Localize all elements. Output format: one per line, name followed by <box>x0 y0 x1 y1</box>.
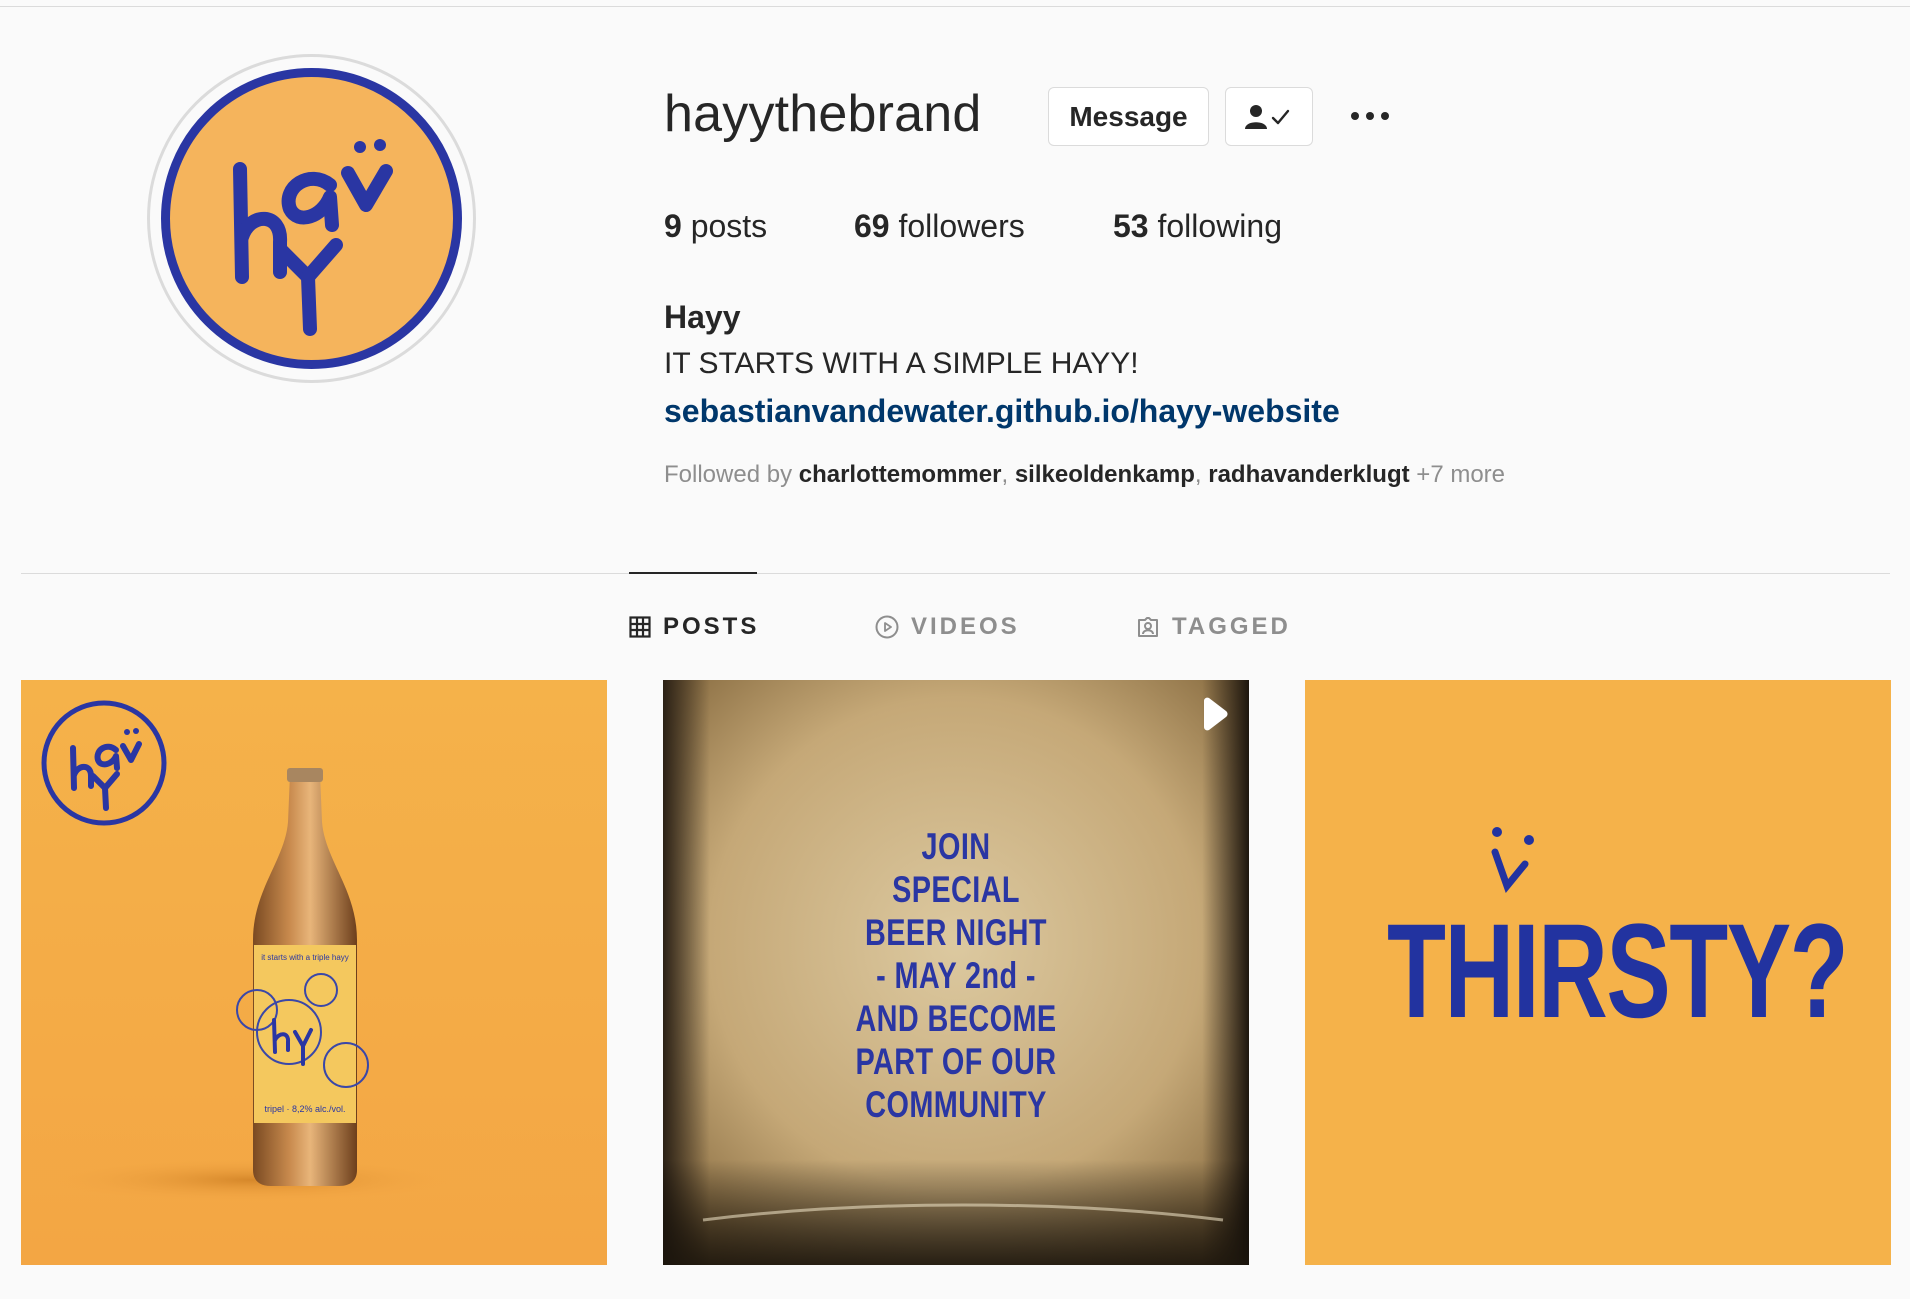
grid-icon <box>629 616 651 638</box>
followers-count-value: 69 <box>854 208 890 244</box>
followed-by-more[interactable]: +7 more <box>1416 461 1505 488</box>
play-circle-icon <box>875 615 899 639</box>
profile-avatar-ring[interactable] <box>147 54 476 383</box>
tab-tagged[interactable]: TAGGED <box>1136 612 1291 642</box>
posts-count-value: 9 <box>664 208 682 244</box>
followed-by-user[interactable]: silkeoldenkamp <box>1015 461 1195 488</box>
username: hayythebrand <box>664 85 982 143</box>
dot-icon <box>1381 112 1389 120</box>
followed-by-user[interactable]: radhavanderklugt <box>1208 461 1409 488</box>
beer-night-caption: JOIN SPECIAL BEER NIGHT - MAY 2nd - AND … <box>727 825 1184 1126</box>
caption-line: COMMUNITY <box>865 1084 1047 1125</box>
avatar[interactable] <box>161 68 462 369</box>
caption-line: BEER NIGHT <box>865 912 1047 953</box>
tab-videos[interactable]: VIDEOS <box>875 612 1020 642</box>
post-tile[interactable]: it starts with a triple hayy tripel · 8,… <box>21 680 607 1265</box>
followed-by-prefix: Followed by <box>664 461 799 488</box>
following-count-value: 53 <box>1113 208 1149 244</box>
tab-posts-label: POSTS <box>663 613 760 640</box>
message-button[interactable]: Message <box>1048 87 1209 146</box>
dot-icon <box>1366 112 1374 120</box>
following-count-label: following <box>1148 208 1282 244</box>
active-tab-indicator <box>629 572 757 574</box>
posts-count: 9 posts <box>664 208 767 245</box>
tab-posts[interactable]: POSTS <box>629 612 759 642</box>
following-button[interactable] <box>1225 87 1313 146</box>
bio-link[interactable]: sebastianvandewater.github.io/hayy-websi… <box>664 393 1340 430</box>
following-link[interactable]: 53 following <box>1113 208 1282 245</box>
caption-line: JOIN <box>921 826 991 867</box>
top-rule <box>0 6 1910 7</box>
posts-count-label: posts <box>681 208 768 244</box>
full-name: Hayy <box>664 299 741 335</box>
caption-line: AND BECOME <box>855 998 1057 1039</box>
followed-by[interactable]: Followed by charlottemommer, silkeoldenk… <box>664 461 1505 489</box>
caption-line: SPECIAL <box>892 869 1020 910</box>
bottle-image: it starts with a triple hayy tripel · 8,… <box>21 680 607 1265</box>
more-options-button[interactable] <box>1345 96 1395 136</box>
caption-line: - MAY 2nd - <box>876 955 1036 996</box>
bottle-label-top: it starts with a triple hayy <box>261 953 349 962</box>
tab-videos-label: VIDEOS <box>911 613 1020 640</box>
followers-count-label: followers <box>889 208 1025 244</box>
bottle-label-bottom: tripel · 8,2% alc./vol. <box>264 1104 345 1114</box>
bio-text: IT STARTS WITH A SIMPLE HAYY! <box>664 347 1139 380</box>
followers-link[interactable]: 69 followers <box>854 208 1025 245</box>
post-tile[interactable]: THIRSTY? <box>1305 680 1891 1265</box>
tab-tagged-label: TAGGED <box>1172 613 1291 640</box>
tag-user-icon <box>1138 617 1158 637</box>
hayy-logo <box>233 139 393 336</box>
followed-by-user[interactable]: charlottemommer <box>799 461 1002 488</box>
post-tile[interactable]: JOIN SPECIAL BEER NIGHT - MAY 2nd - AND … <box>663 680 1249 1265</box>
tabs-divider <box>21 573 1890 574</box>
user-check-icon <box>1245 104 1290 129</box>
dot-icon <box>1351 112 1359 120</box>
thirsty-headline: THIRSTY? <box>1387 897 1849 1046</box>
caption-line: PART OF OUR <box>855 1041 1057 1082</box>
video-play-icon <box>1204 697 1228 731</box>
